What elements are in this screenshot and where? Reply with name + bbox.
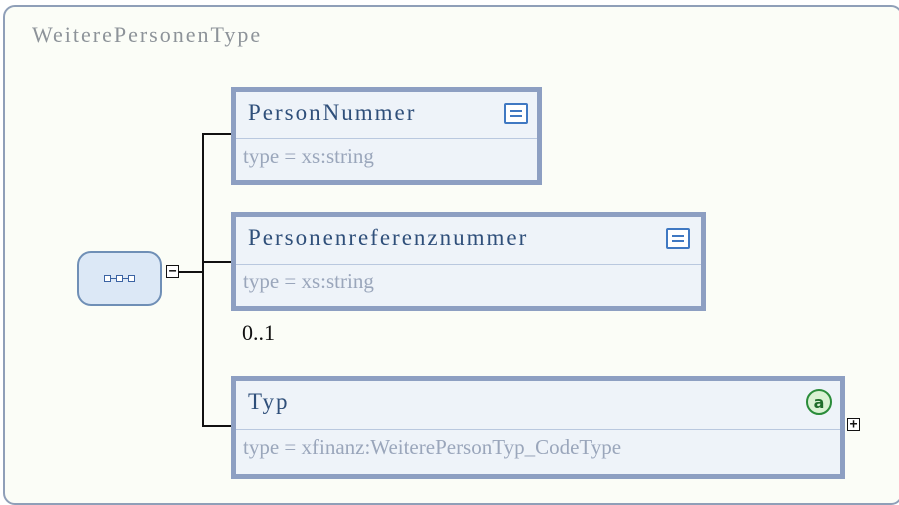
expand-toggle[interactable]: + (847, 418, 860, 431)
element-divider (236, 429, 840, 430)
element-type: type = xs:string (243, 269, 374, 293)
collapse-toggle[interactable]: − (166, 265, 179, 278)
occurrence-label: 0..1 (242, 320, 275, 345)
connector-stub (179, 271, 203, 273)
simple-type-icon (504, 103, 528, 124)
element-typ[interactable]: Typ a type = xfinanz:WeiterePersonTyp_Co… (231, 376, 845, 479)
element-name: Typ (248, 389, 290, 414)
element-divider (236, 138, 537, 139)
element-name: PersonNummer (248, 100, 417, 125)
element-personenreferenznummer[interactable]: Personenreferenznummer type = xs:string (231, 212, 706, 311)
complex-type-title: WeiterePersonenType (32, 22, 263, 47)
element-type: type = xfinanz:WeiterePersonTyp_CodeType (243, 435, 622, 459)
simple-type-icon (666, 228, 690, 249)
connector-trunk (202, 133, 204, 426)
element-personnummer[interactable]: PersonNummer type = xs:string (231, 87, 542, 185)
element-name: Personenreferenznummer (248, 225, 529, 250)
sequence-icon (104, 275, 135, 282)
attributes-icon: a (806, 389, 832, 415)
element-divider (236, 264, 701, 265)
element-type: type = xs:string (243, 144, 374, 168)
sequence-compositor[interactable] (77, 251, 162, 306)
